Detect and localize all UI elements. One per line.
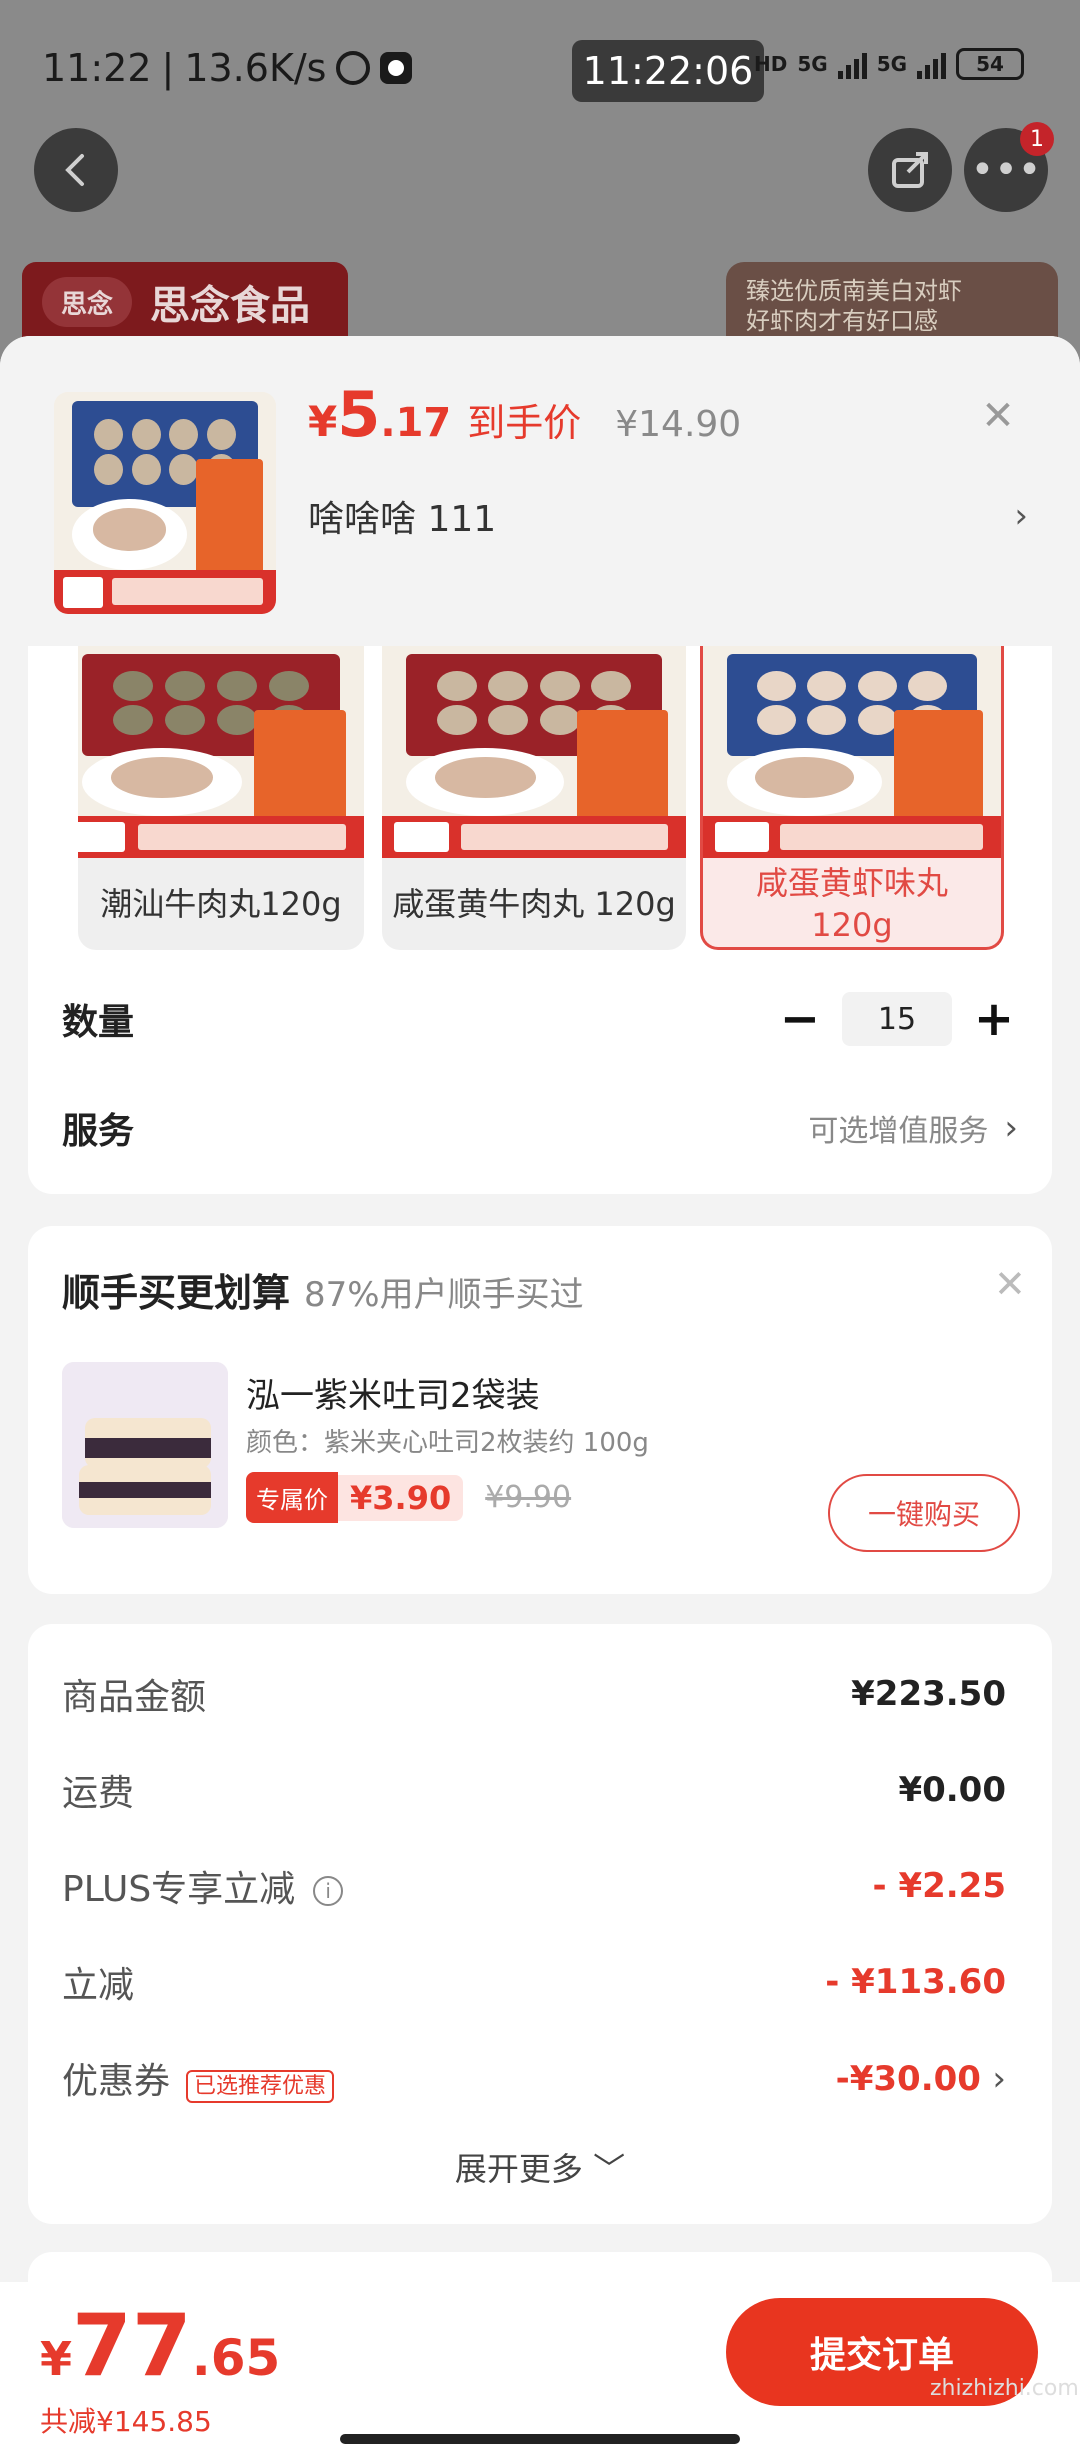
chevron-right-icon: › [1004, 1108, 1018, 1148]
net2-label: 5G [876, 52, 908, 76]
coupon-tag: 已选推荐优惠 [186, 2070, 335, 2103]
summary-row: 立减 - ¥113.60 [62, 1962, 1006, 2006]
option-card[interactable]: 潮汕牛肉丸120g [78, 646, 364, 950]
selected-spec: 啥啥啥 111 [308, 499, 497, 540]
final-price-label: 到手价 [467, 401, 582, 445]
original-price: ¥14.90 [615, 404, 742, 445]
decrease-button[interactable]: − [776, 991, 824, 1047]
addon-image[interactable] [62, 1362, 228, 1528]
summary-row: 运费 ¥0.00 [62, 1770, 1006, 1814]
close-icon: ✕ [981, 393, 1015, 439]
battery-icon: 54 [956, 48, 1025, 80]
option-image [382, 646, 686, 858]
net1-label: 5G [797, 52, 828, 76]
addon-item-name[interactable]: 泓一紫米吐司2袋装 [246, 1368, 540, 1417]
status-right: HD 5G 5G 54 [754, 48, 1025, 80]
watermark: zhizhizhi.com [930, 2376, 1079, 2401]
service-label: 服务 [62, 1111, 135, 1152]
chevron-left-icon [65, 154, 84, 186]
share-icon [892, 152, 928, 188]
app-notification-icon [380, 52, 413, 84]
chevron-down-icon: ﹀ [593, 2150, 626, 2188]
network-speed: 13.6K/s [184, 46, 327, 90]
hd-icon: HD [754, 52, 788, 76]
sku-sheet: ¥ 5 .17 到手价 ¥14.90 ✕ 啥啥啥 111 › 潮汕牛肉丸120g… [0, 336, 1080, 2460]
brand-name: 思念食品 [150, 283, 310, 329]
addon-subtitle: 87%用户顺手买过 [304, 1275, 584, 1315]
addon-title: 顺手买更划算 87%用户顺手买过 [62, 1271, 584, 1315]
service-row[interactable]: 服务 可选增值服务 › [62, 1102, 1018, 1154]
chevron-right-icon: › [992, 2058, 1006, 2099]
info-icon[interactable]: i [313, 1876, 344, 1906]
status-bar: 11:22 | 13.6K/s 11:22:06 HD 5G 5G 54 [0, 0, 1080, 140]
one-click-buy-button[interactable]: 一键购买 [828, 1474, 1020, 1552]
addon-close-button[interactable]: ✕ [994, 1262, 1026, 1306]
brand-logo: 思念 [42, 277, 132, 327]
addon-card: 顺手买更划算 87%用户顺手买过 ✕ 泓一紫米吐司2袋装 颜色：紫米夹心吐司2枚装… [28, 1226, 1052, 1594]
share-button[interactable] [868, 128, 952, 212]
promo-banner: 臻选优质南美白对虾 好虾肉才有好口感 [726, 262, 1058, 342]
bottom-bar: ¥ 77 .65 共减¥145.85 提交订单 zhizhizhi.com [0, 2282, 1080, 2460]
clock-overlay: 11:22:06 [572, 40, 764, 102]
addon-old-price: ¥9.90 [485, 1480, 572, 1515]
status-time: 11:22 [42, 46, 152, 90]
quantity-input[interactable]: 15 [842, 992, 952, 1046]
selected-spec-row[interactable]: 啥啥啥 111 › [308, 490, 1028, 542]
option-card-selected[interactable]: 咸蛋黄虾味丸 120g [700, 646, 1004, 950]
summary-row: 商品金额 ¥223.50 [62, 1674, 1006, 1718]
close-icon: ✕ [994, 1262, 1026, 1306]
signal-icon [837, 49, 867, 79]
options-panel: 潮汕牛肉丸120g 咸蛋黄牛肉丸 120g 咸蛋黄虾味丸 120g 数量 − 1… [28, 646, 1052, 1194]
summary-row: PLUS专享立减 i - ¥2.25 [62, 1866, 1006, 1910]
final-price-dec: .17 [380, 400, 452, 446]
home-indicator[interactable] [340, 2434, 740, 2444]
option-label: 潮汕牛肉丸120g [100, 885, 342, 923]
sheet-header: ¥ 5 .17 到手价 ¥14.90 ✕ 啥啥啥 111 › [0, 336, 1080, 648]
close-button[interactable]: ✕ [976, 393, 1020, 439]
quantity-label: 数量 [62, 1002, 135, 1043]
addon-price-value: ¥3.90 [338, 1474, 464, 1521]
total-price: ¥ 77 .65 [40, 2296, 281, 2396]
service-hint: 可选增值服务 [808, 1114, 989, 1149]
price-row: ¥ 5 .17 到手价 ¥14.90 [308, 378, 742, 451]
expand-more-button[interactable]: 展开更多 ﹀ [28, 2144, 1052, 2190]
alarm-icon [336, 51, 371, 85]
option-image [78, 646, 364, 858]
exclusive-price-tag: 专属价 [246, 1472, 338, 1523]
signal-icon [917, 49, 947, 79]
coupon-row[interactable]: 优惠券 已选推荐优惠 -¥30.00 › [62, 2052, 1006, 2104]
brand-banner: 思念 思念食品 [22, 262, 348, 342]
order-summary: 商品金额 ¥223.50 运费 ¥0.00 PLUS专享立减 i - ¥2.25 … [28, 1624, 1052, 2224]
option-card[interactable]: 咸蛋黄牛肉丸 120g [382, 646, 686, 950]
product-thumbnail[interactable] [54, 392, 276, 614]
final-price-int: 5 [337, 378, 381, 451]
more-button[interactable]: ••• 1 [964, 122, 1054, 212]
option-image [703, 646, 1001, 858]
total-saved: 共减¥145.85 [40, 2405, 212, 2438]
addon-item-spec: 颜色：紫米夹心吐司2枚装约 100g [246, 1428, 649, 1458]
addon-price: 专属价 ¥3.90 ¥9.90 [246, 1472, 571, 1523]
notification-badge: 1 [1020, 122, 1054, 156]
quantity-stepper: − 15 + [776, 991, 1018, 1047]
option-label: 咸蛋黄虾味丸 120g [755, 864, 948, 944]
quantity-row: 数量 − 15 + [62, 991, 1018, 1047]
increase-button[interactable]: + [970, 991, 1018, 1047]
chevron-right-icon: › [1014, 496, 1028, 536]
back-button[interactable] [34, 128, 118, 212]
option-label: 咸蛋黄牛肉丸 120g [392, 885, 676, 923]
status-left: 11:22 | 13.6K/s [42, 46, 413, 90]
